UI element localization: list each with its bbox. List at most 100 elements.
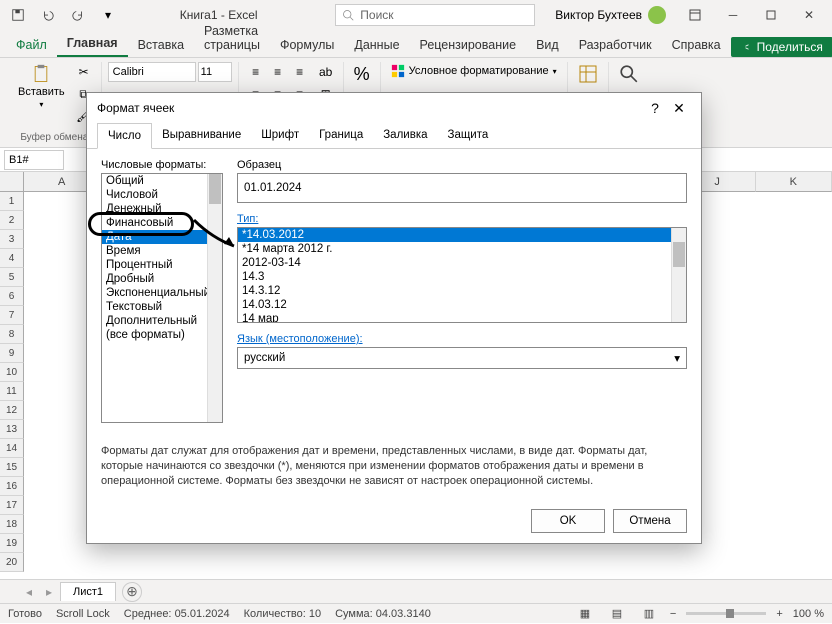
zoom-slider[interactable] [686, 612, 766, 615]
category-item[interactable]: Экспоненциальный [102, 286, 222, 300]
font-name-select[interactable] [108, 62, 196, 82]
type-item[interactable]: *14 марта 2012 г. [238, 242, 686, 256]
undo-icon[interactable] [34, 2, 62, 28]
category-item[interactable]: Финансовый [102, 216, 222, 230]
conditional-format-button[interactable]: Условное форматирование ▾ [387, 62, 561, 80]
category-item[interactable]: Время [102, 244, 222, 258]
new-sheet-button[interactable]: ⊕ [122, 582, 142, 602]
redo-icon[interactable] [64, 2, 92, 28]
name-box[interactable]: B1# [4, 150, 64, 170]
align-bot-icon[interactable]: ≡ [289, 62, 311, 82]
dlg-tab-protect[interactable]: Защита [438, 123, 499, 148]
dialog-help-icon[interactable]: ? [643, 96, 667, 120]
tab-help[interactable]: Справка [662, 33, 731, 57]
category-item[interactable]: Денежный [102, 202, 222, 216]
tab-review[interactable]: Рецензирование [410, 33, 527, 57]
type-item[interactable]: *14.03.2012 [238, 228, 686, 242]
qat-dropdown-icon[interactable]: ▾ [94, 2, 122, 28]
dlg-tab-font[interactable]: Шрифт [251, 123, 309, 148]
category-item[interactable]: Дата [102, 230, 222, 244]
type-item[interactable]: 14.3.12 [238, 284, 686, 298]
tab-pagelayout[interactable]: Разметка страницы [194, 19, 270, 57]
view-pagebreak-icon[interactable]: ▥ [638, 604, 660, 624]
tab-file[interactable]: Файл [6, 33, 57, 57]
row-header[interactable]: 5 [0, 268, 24, 287]
zoom-out-icon[interactable]: − [670, 608, 676, 620]
type-item[interactable]: 14.3 [238, 270, 686, 284]
row-header[interactable]: 12 [0, 401, 24, 420]
row-header[interactable]: 2 [0, 211, 24, 230]
row-header[interactable]: 6 [0, 287, 24, 306]
col-header[interactable]: K [756, 172, 832, 192]
category-list[interactable]: ОбщийЧисловойДенежныйФинансовыйДатаВремя… [101, 173, 223, 423]
dlg-tab-border[interactable]: Граница [309, 123, 373, 148]
category-item[interactable]: Текстовый [102, 300, 222, 314]
cells-button[interactable] [574, 62, 602, 86]
wrap-text-icon[interactable]: ab [315, 62, 337, 82]
zoom-level[interactable]: 100 % [793, 608, 824, 620]
row-header[interactable]: 17 [0, 496, 24, 515]
row-header[interactable]: 16 [0, 477, 24, 496]
dialog-close-icon[interactable]: ✕ [667, 96, 691, 120]
tab-insert[interactable]: Вставка [128, 33, 194, 57]
sheet-nav-next-icon[interactable]: ▸ [40, 583, 58, 601]
tab-formulas[interactable]: Формулы [270, 33, 344, 57]
row-header[interactable]: 11 [0, 382, 24, 401]
search-box[interactable]: Поиск [335, 4, 535, 26]
zoom-in-icon[interactable]: + [776, 608, 782, 620]
tab-data[interactable]: Данные [344, 33, 409, 57]
scrollbar[interactable] [207, 174, 222, 422]
sheet-nav-prev-icon[interactable]: ◂ [20, 583, 38, 601]
row-header[interactable]: 19 [0, 534, 24, 553]
dlg-tab-number[interactable]: Число [97, 123, 152, 149]
row-header[interactable]: 1 [0, 192, 24, 211]
align-mid-icon[interactable]: ≡ [267, 62, 289, 82]
maximize-icon[interactable] [752, 0, 790, 30]
view-normal-icon[interactable]: ▦ [574, 604, 596, 624]
row-header[interactable]: 20 [0, 553, 24, 572]
font-size-select[interactable] [198, 62, 232, 82]
cancel-button[interactable]: Отмена [613, 509, 687, 533]
tab-developer[interactable]: Разработчик [569, 33, 662, 57]
row-header[interactable]: 18 [0, 515, 24, 534]
ok-button[interactable]: OK [531, 509, 605, 533]
type-list[interactable]: *14.03.2012*14 марта 2012 г.2012-03-1414… [237, 227, 687, 323]
close-icon[interactable]: ✕ [790, 0, 828, 30]
row-header[interactable]: 15 [0, 458, 24, 477]
cut-icon[interactable]: ✂ [73, 62, 95, 82]
tab-home[interactable]: Главная [57, 31, 128, 57]
category-item[interactable]: Числовой [102, 188, 222, 202]
type-item[interactable]: 14 мар [238, 312, 686, 323]
type-item[interactable]: 14.03.12 [238, 298, 686, 312]
row-header[interactable]: 4 [0, 249, 24, 268]
row-header[interactable]: 8 [0, 325, 24, 344]
dlg-tab-align[interactable]: Выравнивание [152, 123, 251, 148]
share-button[interactable]: Поделиться [731, 37, 832, 57]
row-header[interactable]: 10 [0, 363, 24, 382]
row-header[interactable]: 9 [0, 344, 24, 363]
category-item[interactable]: Процентный [102, 258, 222, 272]
lang-select[interactable]: русский ▾ [237, 347, 687, 369]
percent-button[interactable]: % [350, 62, 374, 87]
select-all-corner[interactable] [0, 172, 24, 192]
ribbon-display-icon[interactable] [676, 0, 714, 30]
user-area[interactable]: Виктор Бухтеев [555, 6, 666, 24]
align-top-icon[interactable]: ≡ [245, 62, 267, 82]
category-item[interactable]: Дробный [102, 272, 222, 286]
sheet-tab[interactable]: Лист1 [60, 582, 116, 601]
save-icon[interactable] [4, 2, 32, 28]
scrollbar[interactable] [671, 228, 686, 322]
category-item[interactable]: Общий [102, 174, 222, 188]
row-header[interactable]: 13 [0, 420, 24, 439]
row-header[interactable]: 14 [0, 439, 24, 458]
minimize-icon[interactable]: ─ [714, 0, 752, 30]
category-item[interactable]: (все форматы) [102, 328, 222, 342]
type-item[interactable]: 2012-03-14 [238, 256, 686, 270]
find-button[interactable] [615, 62, 643, 86]
tab-view[interactable]: Вид [526, 33, 569, 57]
row-header[interactable]: 7 [0, 306, 24, 325]
category-item[interactable]: Дополнительный [102, 314, 222, 328]
row-header[interactable]: 3 [0, 230, 24, 249]
dlg-tab-fill[interactable]: Заливка [373, 123, 437, 148]
paste-button[interactable]: Вставить ▾ [14, 62, 69, 111]
